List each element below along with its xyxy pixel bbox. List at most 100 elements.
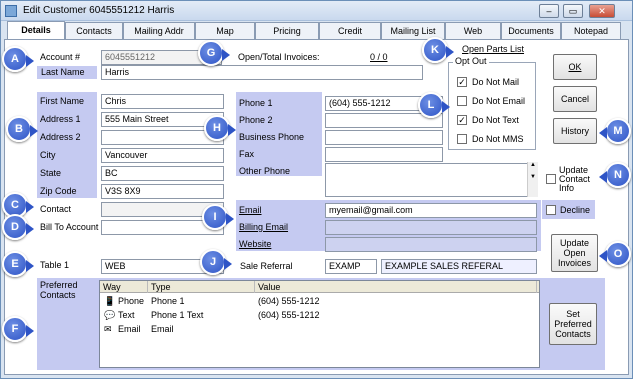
- preferred-contacts-label: Preferred Contacts: [40, 280, 78, 300]
- cancel-button[interactable]: Cancel: [553, 86, 597, 112]
- sale-referral-description: EXAMPLE SALES REFERAL: [381, 259, 537, 274]
- tab-documents[interactable]: Documents: [501, 22, 561, 40]
- tab-notepad[interactable]: Notepad: [561, 22, 621, 40]
- cancel-button-label: Cancel: [560, 94, 589, 104]
- title-bar: Edit Customer 6045551212 Harris – ▭ ✕: [1, 1, 632, 21]
- table1-label: Table 1: [40, 260, 70, 270]
- tab-mailing-addr[interactable]: Mailing Addr: [123, 22, 195, 40]
- zip-label: Zip Code: [40, 186, 77, 196]
- row-type: Email: [151, 324, 174, 334]
- marker-d: D: [2, 214, 34, 240]
- contact-row[interactable]: ✉ Email Email: [100, 323, 539, 336]
- col-way[interactable]: Way: [100, 281, 148, 293]
- marker-l: L: [418, 92, 450, 118]
- marker-f: F: [2, 316, 34, 342]
- do-not-email-checkbox[interactable]: [457, 96, 467, 106]
- close-button[interactable]: ✕: [589, 4, 615, 18]
- marker-m: M: [599, 118, 631, 144]
- window-title: Edit Customer 6045551212 Harris: [23, 5, 175, 16]
- website-label[interactable]: Website: [239, 238, 271, 251]
- city-field[interactable]: Vancouver: [101, 148, 224, 163]
- business-phone-field[interactable]: [325, 130, 443, 145]
- minimize-button[interactable]: –: [539, 4, 559, 18]
- do-not-mms-checkbox[interactable]: [457, 134, 467, 144]
- phone2-label: Phone 2: [239, 115, 273, 125]
- row-type: Phone 1: [151, 296, 185, 306]
- text-icon: 💬: [104, 310, 116, 320]
- contact-row[interactable]: 💬 Text Phone 1 Text (604) 555-1212: [100, 309, 539, 322]
- ok-button-label: OK: [568, 62, 582, 72]
- fax-field[interactable]: [325, 147, 443, 162]
- tab-contacts[interactable]: Contacts: [65, 22, 123, 40]
- do-not-mail-checkbox[interactable]: ✓: [457, 77, 467, 87]
- row-way: Phone: [118, 296, 145, 306]
- open-total-label: Open/Total Invoices:: [238, 52, 320, 62]
- last-name-field[interactable]: Harris: [101, 65, 423, 80]
- do-not-mail-label: Do Not Mail: [472, 77, 520, 87]
- col-value[interactable]: Value: [255, 281, 537, 293]
- contact-label: Contact: [40, 204, 72, 214]
- history-button-label: History: [560, 126, 589, 136]
- tab-pricing[interactable]: Pricing: [255, 22, 319, 40]
- decline-checkbox[interactable]: [546, 205, 556, 215]
- marker-g: G: [198, 40, 230, 66]
- ok-button[interactable]: OK: [553, 54, 597, 80]
- account-label: Account #: [40, 52, 81, 62]
- tab-details[interactable]: Details: [7, 21, 65, 40]
- email-label[interactable]: Email: [239, 204, 262, 217]
- row-way: Text: [118, 310, 135, 320]
- phone1-label: Phone 1: [239, 98, 273, 108]
- tab-web[interactable]: Web: [445, 22, 501, 40]
- marker-a: A: [2, 46, 34, 72]
- update-contact-info-checkbox[interactable]: [546, 174, 556, 184]
- business-phone-label: Business Phone: [239, 132, 305, 142]
- open-total-value[interactable]: 0 / 0: [370, 51, 388, 64]
- restore-button[interactable]: ▭: [563, 4, 583, 18]
- set-preferred-contacts-label: Set Preferred Contacts: [554, 309, 592, 339]
- update-open-invoices-button[interactable]: Update Open Invoices: [551, 234, 598, 272]
- row-value: (604) 555-1212: [258, 310, 320, 320]
- set-preferred-contacts-button[interactable]: Set Preferred Contacts: [549, 303, 597, 345]
- tab-map[interactable]: Map: [195, 22, 255, 40]
- update-open-invoices-label: Update Open Invoices: [557, 238, 592, 268]
- do-not-text-label: Do Not Text: [472, 115, 519, 125]
- envelope-icon: ✉: [104, 324, 112, 334]
- first-name-field[interactable]: Chris: [101, 94, 224, 109]
- phone-icon: 📱: [104, 296, 116, 306]
- billing-email-label[interactable]: Billing Email: [239, 221, 288, 234]
- tab-strip: Details Contacts Mailing Addr Map Pricin…: [5, 21, 630, 40]
- other-phone-field[interactable]: [325, 163, 538, 197]
- marker-k: K: [422, 37, 454, 63]
- preferred-contacts-list[interactable]: Way Type Value 📱 Phone Phone 1 (604) 555…: [99, 280, 540, 368]
- state-field[interactable]: BC: [101, 166, 224, 181]
- contacts-header: Way Type Value: [100, 281, 539, 293]
- open-parts-list-link[interactable]: Open Parts List: [462, 44, 524, 54]
- col-type[interactable]: Type: [148, 281, 255, 293]
- tab-credit[interactable]: Credit: [319, 22, 381, 40]
- row-way: Email: [118, 324, 141, 334]
- website-field[interactable]: [325, 237, 537, 252]
- marker-i: I: [202, 204, 234, 230]
- opt-out-legend: Opt Out: [453, 56, 489, 66]
- marker-b: B: [6, 116, 38, 142]
- marker-o: O: [599, 241, 631, 267]
- first-name-label: First Name: [40, 96, 85, 106]
- address1-label: Address 1: [40, 114, 81, 124]
- billing-email-field[interactable]: [325, 220, 537, 235]
- other-phone-label: Other Phone: [239, 166, 291, 176]
- last-name-label: Last Name: [37, 66, 97, 79]
- marker-h: H: [204, 115, 236, 141]
- row-type: Phone 1 Text: [151, 310, 204, 320]
- state-label: State: [40, 168, 62, 178]
- email-field[interactable]: myemail@gmail.com: [325, 203, 537, 218]
- sale-referral-code[interactable]: EXAMP: [325, 259, 377, 274]
- decline-label: Decline: [560, 205, 591, 215]
- history-button[interactable]: History: [553, 118, 597, 144]
- contact-row[interactable]: 📱 Phone Phone 1 (604) 555-1212: [100, 295, 539, 308]
- zip-field[interactable]: V3S 8X9: [101, 184, 224, 199]
- bill-to-label: Bill To Account: [40, 222, 99, 232]
- do-not-text-checkbox[interactable]: ✓: [457, 115, 467, 125]
- other-phone-scrollbar[interactable]: ▲ ▼: [527, 162, 538, 197]
- marker-e: E: [2, 251, 34, 277]
- do-not-mms-label: Do Not MMS: [472, 134, 524, 144]
